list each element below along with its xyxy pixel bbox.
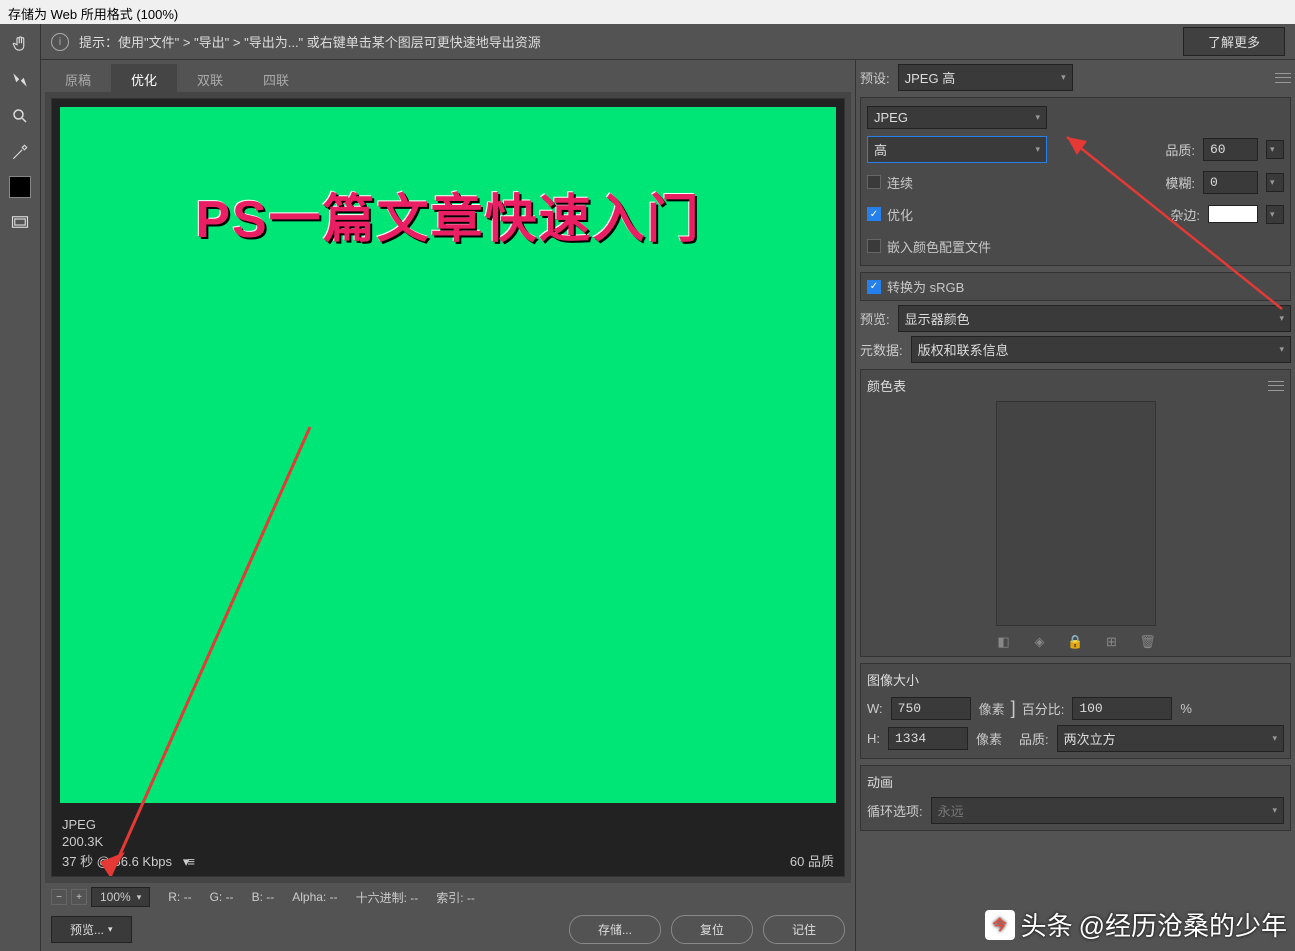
zoom-tool-icon[interactable]	[8, 104, 32, 128]
ct-action-icon[interactable]: ◈	[1032, 634, 1048, 650]
loop-select: 永远▾	[931, 797, 1284, 824]
footer-bar: 预览...▾ 存储... 复位 记住	[45, 911, 851, 947]
status-index: 索引: --	[436, 889, 475, 906]
window-title: 存储为 Web 所用格式 (100%)	[0, 0, 1295, 24]
resample-label: 品质:	[1019, 729, 1049, 748]
watermark: 今 头条 @经历沧桑的少年	[985, 906, 1287, 943]
ct-new-icon[interactable]: ⊞	[1104, 634, 1120, 650]
slice-tool-icon[interactable]	[8, 68, 32, 92]
metadata-select[interactable]: 版权和联系信息▾	[911, 336, 1291, 363]
tab-two-up[interactable]: 双联	[177, 64, 243, 92]
meta-size: 200.3K	[62, 834, 193, 849]
px-unit: 像素	[976, 729, 1002, 748]
watermark-brand: 头条	[1021, 906, 1073, 943]
meta-time: 37 秒 @ 56.6 Kbps ▾≡	[62, 851, 193, 870]
tab-optimized[interactable]: 优化	[111, 64, 177, 92]
height-label: H:	[867, 731, 880, 746]
preview-profile-label: 预览:	[860, 309, 890, 328]
annotation-arrow-icon	[1055, 145, 1065, 155]
preset-select[interactable]: JPEG 高▾	[898, 64, 1073, 91]
progressive-checkbox[interactable]: 连续	[867, 173, 913, 192]
hand-tool-icon[interactable]	[8, 32, 32, 56]
tool-column	[0, 24, 40, 951]
link-dimensions-icon[interactable]: ]	[1011, 698, 1016, 719]
imagesize-header: 图像大小	[867, 670, 919, 689]
tab-original[interactable]: 原稿	[45, 64, 111, 92]
percent-unit: %	[1180, 701, 1192, 716]
status-alpha: Alpha: --	[292, 890, 337, 904]
blur-dropdown-button[interactable]: ▾	[1266, 173, 1284, 192]
preview-canvas: PS一篇文章快速入门 JPEG 200.3K 37 秒 @ 56.6 Kbps …	[51, 98, 845, 877]
info-icon: i	[51, 33, 69, 51]
width-label: W:	[867, 701, 883, 716]
status-r: R: --	[168, 890, 191, 904]
tip-bar: i 提示：使用"文件" > "导出" > "导出为..." 或右键单击某个图层可…	[41, 24, 1295, 60]
embed-profile-checkbox[interactable]: 嵌入颜色配置文件	[867, 237, 991, 256]
learn-more-button[interactable]: 了解更多	[1183, 27, 1285, 56]
quality-dropdown-button[interactable]: ▾	[1266, 140, 1284, 159]
save-button[interactable]: 存储...	[569, 915, 661, 944]
metadata-label: 元数据:	[860, 340, 903, 359]
status-bar: − + 100%▾ R: -- G: -- B: -- Alpha: -- 十六…	[45, 883, 851, 911]
tip-text: 提示：使用"文件" > "导出" > "导出为..." 或右键单击某个图层可更快…	[79, 32, 1173, 51]
watermark-author: @经历沧桑的少年	[1079, 906, 1287, 943]
blur-input[interactable]: 0	[1203, 171, 1258, 194]
quality-input[interactable]: 60	[1203, 138, 1258, 161]
tab-four-up[interactable]: 四联	[243, 64, 309, 92]
quality-level-select[interactable]: 高▾	[867, 136, 1047, 163]
matte-swatch[interactable]	[1208, 205, 1258, 223]
preset-label: 预设:	[860, 68, 890, 87]
width-input[interactable]: 750	[891, 697, 971, 720]
percent-label: 百分比:	[1022, 699, 1065, 718]
percent-input[interactable]: 100	[1072, 697, 1172, 720]
annotation-arrow-icon	[70, 417, 330, 877]
preview-tabs: 原稿 优化 双联 四联	[45, 64, 851, 92]
slice-visibility-icon[interactable]	[8, 210, 32, 234]
meta-format: JPEG	[62, 817, 193, 832]
animation-header: 动画	[867, 772, 893, 791]
colortable-menu-icon[interactable]	[1268, 381, 1284, 391]
matte-label: 杂边:	[1170, 205, 1200, 224]
optimized-checkbox[interactable]: ✓优化	[867, 205, 913, 224]
panel-menu-icon[interactable]	[1275, 73, 1291, 83]
status-hex: 十六进制: --	[356, 889, 419, 906]
image-headline-text: PS一篇文章快速入门	[60, 107, 836, 252]
blur-label: 模糊:	[1165, 173, 1195, 192]
reset-button[interactable]: 复位	[671, 915, 753, 944]
ct-lock-icon[interactable]: 🔒	[1068, 634, 1084, 650]
preview-profile-select[interactable]: 显示器颜色▾	[898, 305, 1291, 332]
quality-label: 品质:	[1165, 140, 1195, 159]
px-unit: 像素	[979, 699, 1005, 718]
remember-button[interactable]: 记住	[763, 915, 845, 944]
watermark-logo-icon: 今	[985, 910, 1015, 940]
colortable-actions: ◧ ◈ 🔒 ⊞ 🗑	[867, 634, 1284, 650]
convert-srgb-checkbox[interactable]: ✓转换为 sRGB	[867, 277, 1284, 296]
zoom-select[interactable]: 100%▾	[91, 887, 150, 907]
preview-button[interactable]: 预览...▾	[51, 916, 132, 943]
status-g: G: --	[210, 890, 234, 904]
loop-label: 循环选项:	[867, 801, 923, 820]
status-b: B: --	[252, 890, 275, 904]
ct-delete-icon[interactable]: 🗑	[1140, 634, 1156, 650]
meta-quality: 60 品质	[790, 851, 834, 870]
settings-panel: 预设: JPEG 高▾ JPEG▾ 高▾ 品质: 60 ▾	[855, 60, 1295, 951]
preview-meta: JPEG 200.3K 37 秒 @ 56.6 Kbps ▾≡ 60 品质	[52, 811, 844, 876]
matte-dropdown-button[interactable]: ▾	[1266, 205, 1284, 224]
color-table	[996, 401, 1156, 626]
foreground-color-swatch[interactable]	[9, 176, 31, 198]
preview-image: PS一篇文章快速入门	[60, 107, 836, 803]
ct-action-icon[interactable]: ◧	[996, 634, 1012, 650]
format-select[interactable]: JPEG▾	[867, 106, 1047, 129]
zoom-in-button[interactable]: +	[71, 889, 87, 905]
resample-select[interactable]: 两次立方▾	[1057, 725, 1284, 752]
height-input[interactable]: 1334	[888, 727, 968, 750]
colortable-header: 颜色表	[867, 376, 906, 395]
zoom-out-button[interactable]: −	[51, 889, 67, 905]
eyedropper-tool-icon[interactable]	[8, 140, 32, 164]
